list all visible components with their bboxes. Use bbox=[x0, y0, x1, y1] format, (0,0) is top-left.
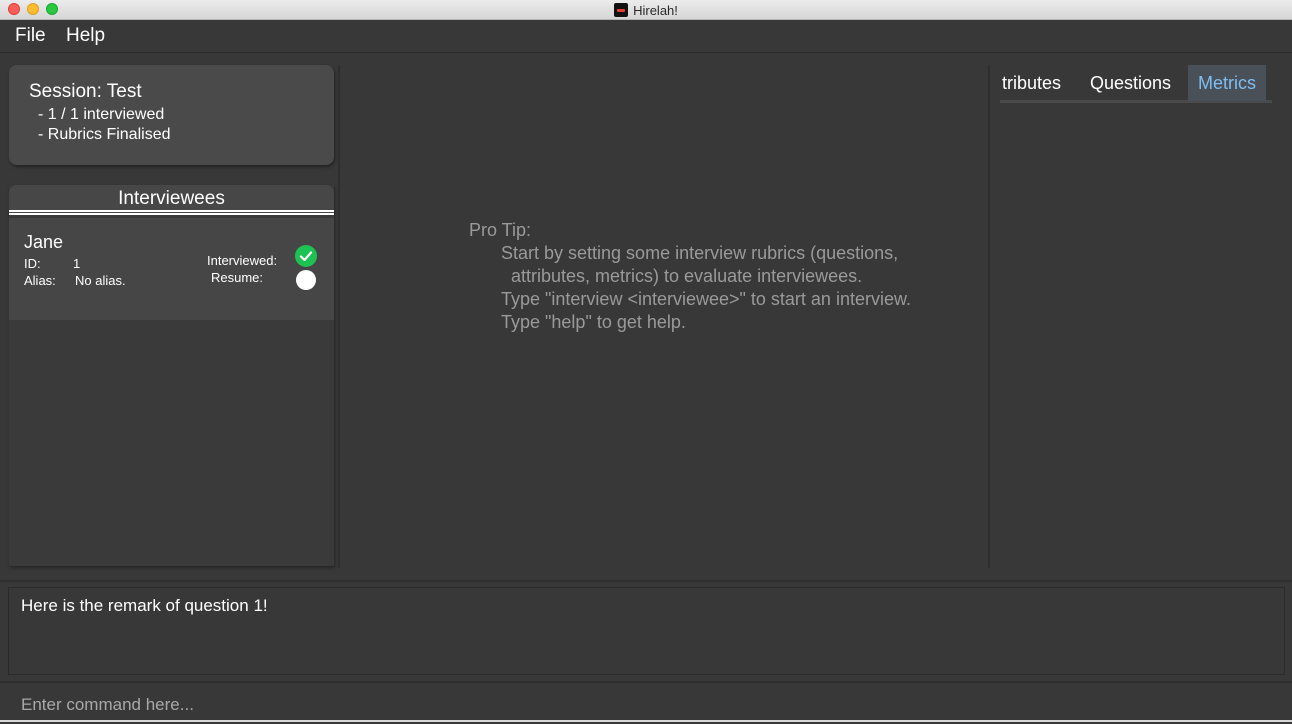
result-divider bbox=[0, 580, 1292, 582]
interviewees-panel: Interviewees Jane ID: 1 Alias: No alias.… bbox=[9, 185, 334, 566]
tip-line: attributes, metrics) to evaluate intervi… bbox=[511, 266, 863, 286]
rubric-tab-bar: tributes Questions Metrics bbox=[1000, 65, 1272, 103]
interviewee-name: Jane bbox=[24, 232, 64, 252]
menu-file[interactable]: File bbox=[15, 25, 46, 47]
session-title: Session: Test bbox=[29, 81, 142, 102]
window-title: Hirelah! bbox=[633, 2, 678, 18]
tab-metrics[interactable]: Metrics bbox=[1188, 65, 1266, 101]
command-input-underline bbox=[0, 720, 1292, 722]
interviewee-card[interactable]: Jane ID: 1 Alias: No alias. Interviewed:… bbox=[9, 218, 334, 320]
resume-label: Resume: bbox=[211, 270, 264, 285]
result-display: Here is the remark of question 1! bbox=[8, 587, 1285, 675]
hirelah-app-icon bbox=[614, 3, 629, 17]
interviewees-header: Interviewees bbox=[9, 185, 334, 213]
result-text: Here is the remark of question 1! bbox=[21, 596, 268, 615]
header-divider bbox=[9, 213, 334, 215]
menu-help[interactable]: Help bbox=[66, 25, 105, 47]
session-rubrics-status: - Rubrics Finalised bbox=[38, 126, 171, 143]
interviewee-alias-label: Alias: bbox=[24, 273, 56, 288]
session-progress: - 1 / 1 interviewed bbox=[38, 106, 165, 123]
interviewed-check-icon bbox=[295, 245, 317, 267]
interviewed-label: Interviewed: bbox=[207, 253, 278, 268]
tip-line: Type "interview <interviewee>" to start … bbox=[501, 289, 911, 309]
tab-attributes[interactable]: tributes bbox=[992, 65, 1071, 101]
resume-missing-icon[interactable] bbox=[296, 270, 316, 290]
tip-heading: Pro Tip: bbox=[469, 220, 532, 240]
tip-line: Start by setting some interview rubrics … bbox=[501, 243, 899, 263]
tip-line: Type "help" to get help. bbox=[501, 312, 686, 332]
right-divider bbox=[988, 65, 990, 568]
command-divider bbox=[0, 681, 1292, 683]
interviewee-id-label: ID: bbox=[24, 256, 41, 271]
interviewee-alias-value: No alias. bbox=[75, 273, 126, 288]
header-divider bbox=[9, 210, 334, 212]
session-card: Session: Test - 1 / 1 interviewed - Rubr… bbox=[9, 65, 334, 165]
interviewee-id-value: 1 bbox=[73, 256, 81, 271]
command-input[interactable] bbox=[8, 690, 1285, 720]
left-divider bbox=[338, 65, 340, 568]
title-bar: Hirelah! bbox=[0, 0, 1292, 20]
menu-bar: File Help bbox=[0, 20, 1292, 53]
tab-questions[interactable]: Questions bbox=[1080, 65, 1181, 101]
